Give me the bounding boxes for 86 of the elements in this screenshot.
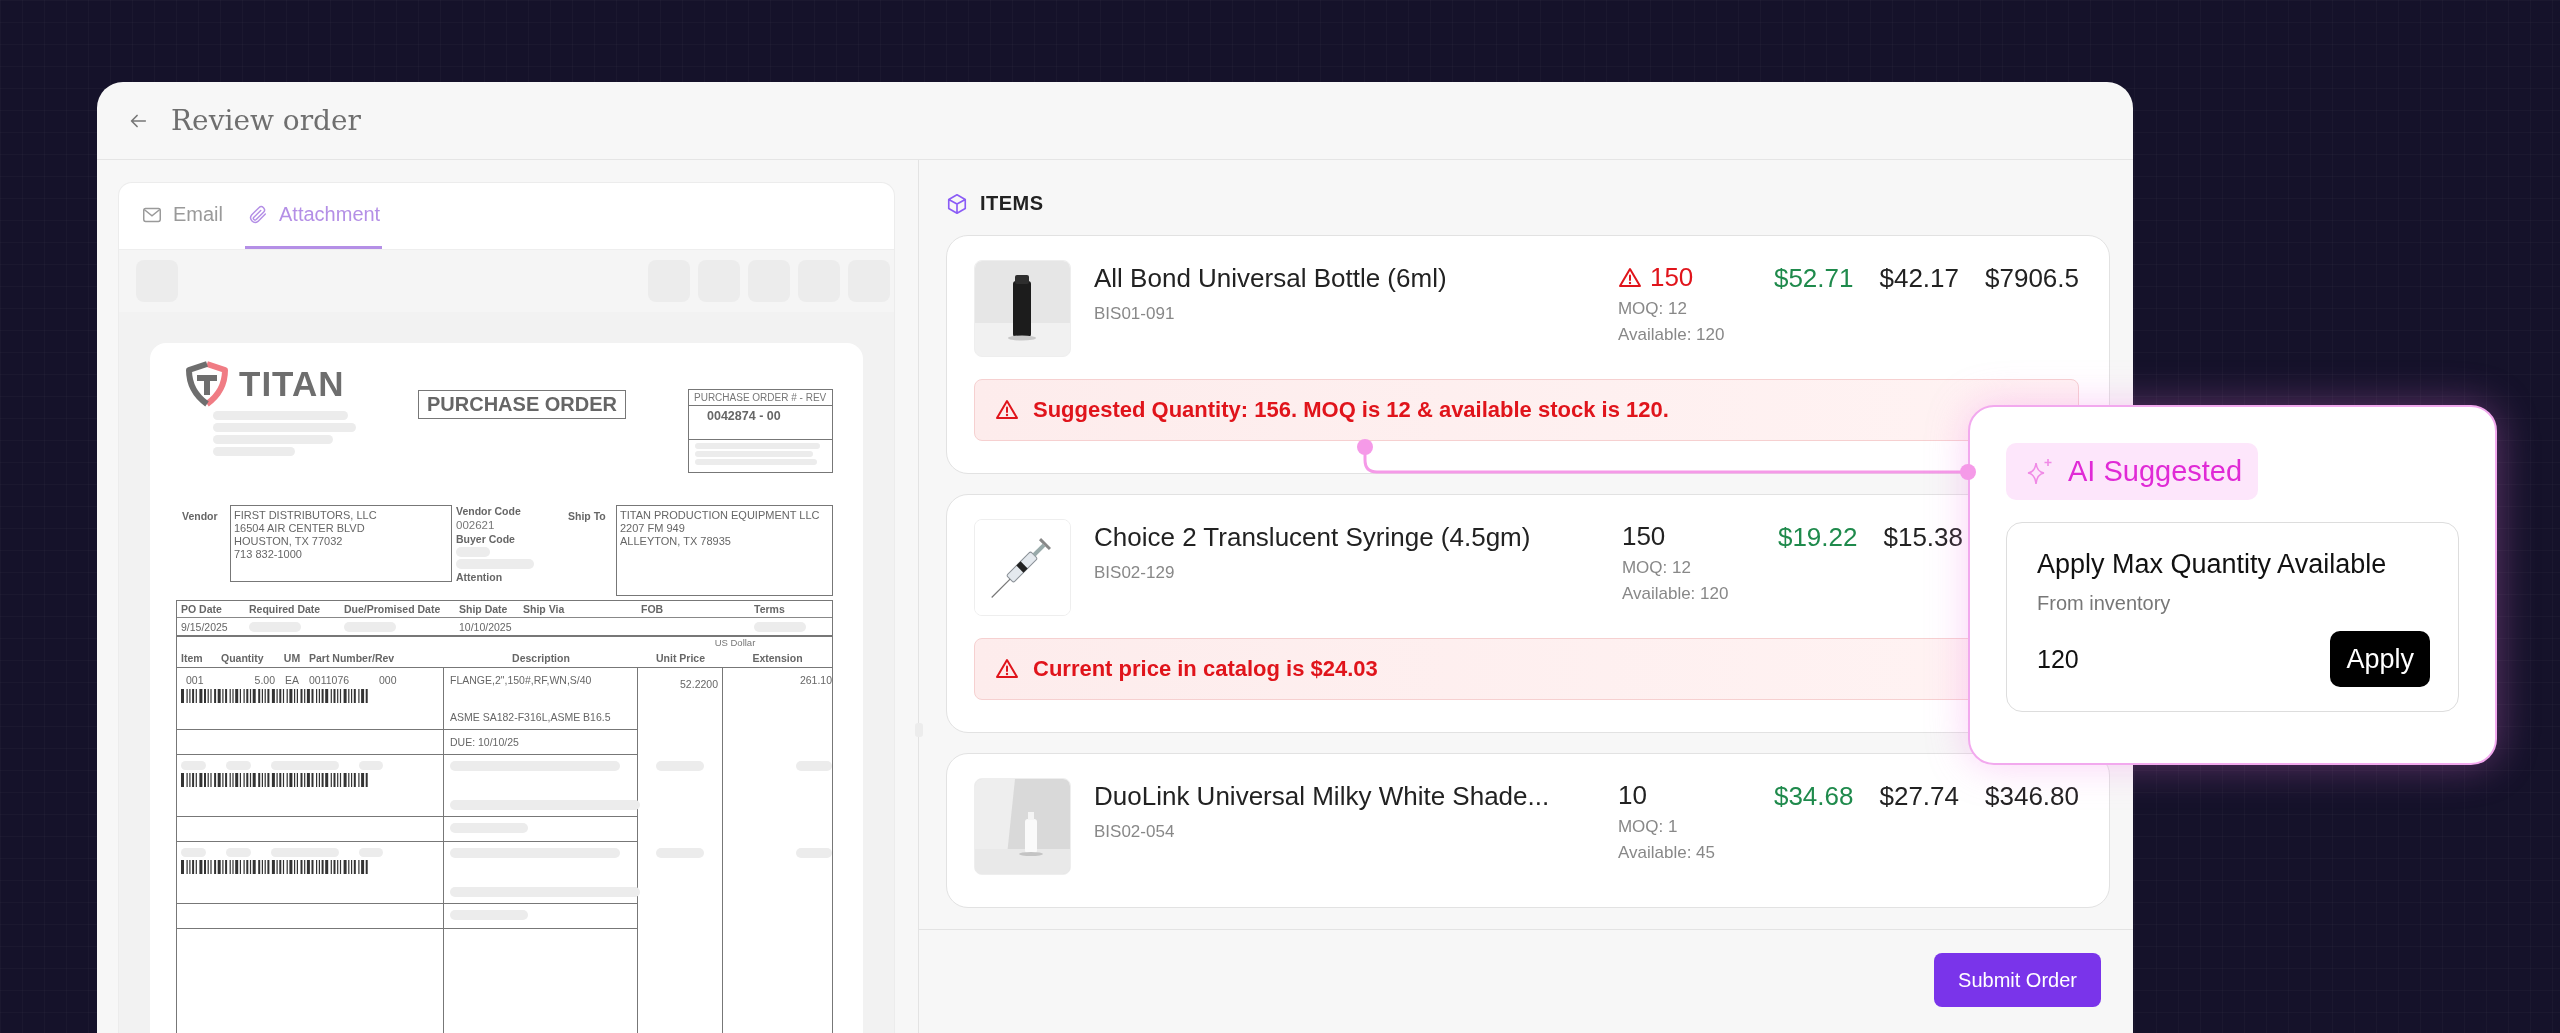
available-text: Available: 120 — [1617, 325, 1726, 345]
suggestion-subtitle: From inventory — [2037, 592, 2172, 615]
section-title: ITEMS — [980, 192, 1044, 215]
product-name: Choice 2 Translucent Syringe (4.5gm) — [1094, 522, 1532, 553]
address-line: 713 832-1000 — [234, 548, 303, 561]
apply-button[interactable]: Apply — [2330, 631, 2430, 687]
table-cell-text: FLANGE,2",150#,RF,WN,S/40 — [450, 674, 593, 686]
column-header: Item — [181, 651, 204, 666]
available-text: Available: 45 — [1617, 843, 1716, 863]
total-value: $7906.5 — [1985, 262, 2079, 294]
product-sku: BIS02-054 — [1094, 822, 1176, 842]
submit-button[interactable]: Submit Order — [1934, 953, 2101, 1007]
address-line: TITAN PRODUCTION EQUIPMENT LLC — [620, 509, 821, 522]
product-name: All Bond Universal Bottle (6ml) — [1094, 263, 1448, 294]
currency-label: US Dollar — [713, 637, 757, 649]
table-cell: 52.2200 — [680, 678, 718, 690]
column-header: Terms — [750, 601, 832, 618]
price-value: $34.68 — [1773, 780, 1854, 812]
column-header: UM — [282, 651, 302, 666]
redacted-bar — [796, 848, 832, 858]
price-value: $19.22 — [1777, 521, 1858, 553]
product-sku: BIS02-129 — [1094, 563, 1176, 583]
po-number: 0042874 - 00 — [689, 406, 832, 440]
field-label: Vendor Code — [456, 505, 522, 517]
cost-value: $27.74 — [1879, 780, 1959, 812]
table-cell-text: 001 — [185, 674, 205, 686]
table-cell-text: 0011076 — [309, 674, 351, 686]
column-header: Description — [444, 649, 638, 668]
shield-logo-icon — [185, 361, 229, 407]
field-label: Buyer Code — [456, 533, 516, 545]
product-sku: BIS01-091 — [1094, 304, 1176, 324]
column-header: Required Date — [245, 601, 340, 618]
cost-value: $42.17 — [1879, 262, 1959, 294]
address-line: FIRST DISTRIBUTORS, LLC — [234, 509, 378, 522]
cost-value: $15.38 — [1883, 521, 1963, 553]
product-name: DuoLink Universal Milky White Shade... — [1094, 781, 1551, 812]
alert-text: Suggested Quantity: 156. MOQ is 12 & available stock is 120. — [1033, 397, 1669, 423]
column-header: Ship Date — [455, 601, 519, 618]
field-label: Ship To — [568, 509, 607, 524]
table-cell-text: 9/15/2025 — [180, 619, 229, 635]
table-cell: 261.10 — [799, 674, 832, 686]
field-label: Vendor — [181, 509, 219, 524]
alert-text: Current price in catalog is $24.03 — [1033, 656, 1378, 682]
quantity-value: 150 — [1621, 521, 1666, 552]
column-header: Quantity — [221, 651, 265, 666]
moq-text: MOQ: 12 — [1617, 299, 1688, 319]
table-cell-text: 10/10/2025 — [458, 619, 513, 635]
redacted-bar — [796, 761, 832, 771]
connector-dot — [1960, 464, 1976, 480]
table-cell-text: DUE: 10/10/25 — [450, 736, 520, 748]
warning-icon — [995, 657, 1019, 681]
table-cell-text: ASME SA182-F316L,ASME B16.5 — [450, 711, 612, 723]
address-line: 2207 FM 949 — [620, 522, 686, 535]
quantity-value: 10 — [1617, 780, 1647, 811]
field-label: Attention — [456, 571, 504, 583]
cube-icon — [946, 192, 968, 215]
total-value: $346.80 — [1985, 780, 2079, 812]
document-title: PURCHASE ORDER — [418, 390, 626, 419]
quantity-value: 150 — [1649, 262, 1694, 293]
paperclip-icon — [247, 203, 269, 226]
table-cell-text: 000 — [378, 674, 398, 686]
address-line: 16504 AIR CENTER BLVD — [234, 522, 366, 535]
column-header: Unit Price — [638, 649, 723, 668]
warning-icon — [1617, 265, 1642, 290]
po-number-label: PURCHASE ORDER # - REV — [689, 390, 832, 406]
available-text: Available: 120 — [1621, 584, 1730, 604]
column-header: Extension — [723, 649, 832, 668]
column-header: Due/Promised Date — [340, 601, 455, 618]
moq-text: MOQ: 12 — [1621, 558, 1692, 578]
suggestion-title: Apply Max Quantity Available — [2037, 549, 2388, 580]
table-cell-text: EA — [284, 674, 300, 686]
table-cell-text: 5.00 — [253, 674, 275, 686]
suggested-quantity: 120 — [2037, 644, 2079, 674]
window-title: Review order — [171, 104, 361, 137]
column-header: FOB — [637, 601, 750, 618]
column-header: Ship Via — [519, 601, 637, 618]
badge-text: AI Suggested — [2068, 455, 2243, 488]
price-value: $52.71 — [1773, 262, 1854, 294]
moq-text: MOQ: 1 — [1617, 817, 1679, 837]
company-name: TITAN — [239, 364, 345, 404]
address-line: HOUSTON, TX 77032 — [234, 535, 344, 548]
address-line: ALLEYTON, TX 78935 — [620, 535, 732, 548]
warning-icon — [995, 398, 1019, 422]
column-header: Part Number/Rev — [309, 651, 396, 666]
field-value: 002621 — [456, 519, 496, 531]
column-header: PO Date — [177, 601, 245, 618]
